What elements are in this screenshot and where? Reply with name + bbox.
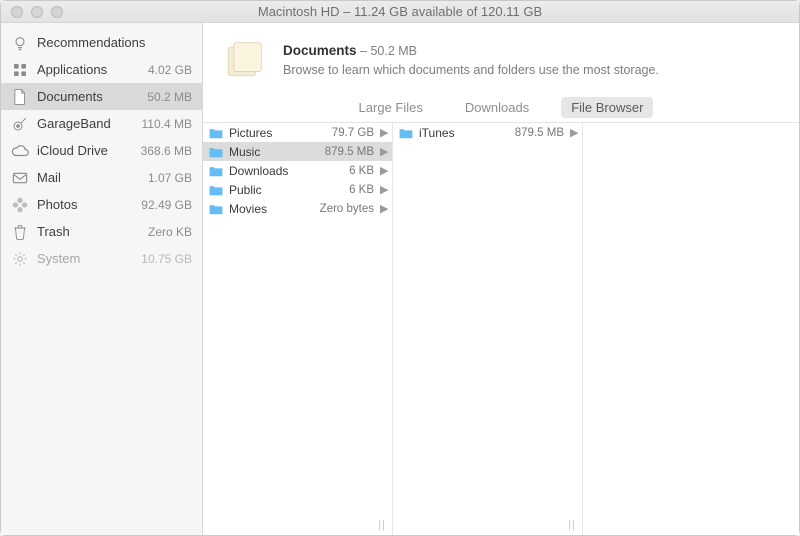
titlebar: Macintosh HD – 11.24 GB available of 120… <box>1 1 799 23</box>
sidebar-item-icon <box>11 171 29 185</box>
folder-size: 879.5 MB <box>515 127 564 139</box>
chevron-right-icon: ▶ <box>570 126 578 139</box>
folder-icon <box>209 127 223 139</box>
browser-column: iTunes 879.5 MB ▶ || <box>393 123 583 535</box>
folder-name: Movies <box>229 202 314 216</box>
minimize-window-button[interactable] <box>31 6 43 18</box>
folder-name: Public <box>229 183 343 197</box>
sidebar-item-applications[interactable]: Applications 4.02 GB <box>1 56 202 83</box>
folder-name: Downloads <box>229 164 343 178</box>
sidebar-item-label: iCloud Drive <box>37 143 133 158</box>
folder-icon <box>209 146 223 158</box>
sidebar-item-documents[interactable]: Documents 50.2 MB <box>1 83 202 110</box>
folder-size: Zero bytes <box>320 203 374 215</box>
folder-size: 879.5 MB <box>325 146 374 158</box>
chevron-right-icon: ▶ <box>380 164 388 177</box>
column-resize-handle[interactable]: || <box>568 519 576 531</box>
chevron-right-icon: ▶ <box>380 145 388 158</box>
close-window-button[interactable] <box>11 6 23 18</box>
folder-size: 6 KB <box>349 184 374 196</box>
chevron-right-icon: ▶ <box>380 183 388 196</box>
tab-label: Downloads <box>465 100 529 115</box>
sidebar-item-label: Documents <box>37 89 139 104</box>
sidebar-item-icon <box>11 224 29 240</box>
browser-column: || <box>583 123 799 535</box>
sidebar-item-icon <box>11 197 29 213</box>
header-subtitle: Browse to learn which documents and fold… <box>283 61 659 80</box>
column-resize-handle[interactable]: || <box>378 519 386 531</box>
folder-name: Pictures <box>229 126 326 140</box>
tab-file-browser[interactable]: File Browser <box>561 97 653 118</box>
folder-icon <box>209 165 223 177</box>
sidebar-item-label: Applications <box>37 62 140 77</box>
folder-name: iTunes <box>419 126 509 140</box>
traffic-lights <box>1 6 63 18</box>
tab-large-files[interactable]: Large Files <box>349 97 433 118</box>
folder-icon <box>209 184 223 196</box>
file-browser-columns: Pictures 79.7 GB ▶ Music 879.5 MB ▶ Down… <box>203 123 799 535</box>
folder-row-itunes[interactable]: iTunes 879.5 MB ▶ <box>393 123 582 142</box>
sidebar-item-mail[interactable]: Mail 1.07 GB <box>1 164 202 191</box>
sidebar: Recommendations Applications 4.02 GB Doc… <box>1 23 203 535</box>
folder-row-pictures[interactable]: Pictures 79.7 GB ▶ <box>203 123 392 142</box>
sidebar-item-label: GarageBand <box>37 116 134 131</box>
sidebar-item-label: System <box>37 251 133 266</box>
tab-label: File Browser <box>571 100 643 115</box>
sidebar-item-icloud-drive[interactable]: iCloud Drive 368.6 MB <box>1 137 202 164</box>
sidebar-item-label: Mail <box>37 170 140 185</box>
folder-row-movies[interactable]: Movies Zero bytes ▶ <box>203 199 392 218</box>
tab-downloads[interactable]: Downloads <box>455 97 539 118</box>
chevron-right-icon: ▶ <box>380 202 388 215</box>
zoom-window-button[interactable] <box>51 6 63 18</box>
view-tabs: Large Files Downloads File Browser <box>203 93 799 123</box>
sidebar-item-label: Photos <box>37 197 133 212</box>
chevron-right-icon: ▶ <box>380 126 388 139</box>
sidebar-item-photos[interactable]: Photos 92.49 GB <box>1 191 202 218</box>
folder-name: Music <box>229 145 319 159</box>
sidebar-item-size: 1.07 GB <box>148 171 192 185</box>
sidebar-item-size: 368.6 MB <box>141 144 192 158</box>
header-title: Documents <box>283 43 357 58</box>
folder-row-downloads[interactable]: Downloads 6 KB ▶ <box>203 161 392 180</box>
window-title: Macintosh HD – 11.24 GB available of 120… <box>1 4 799 19</box>
sidebar-item-icon <box>11 62 29 78</box>
browser-column: Pictures 79.7 GB ▶ Music 879.5 MB ▶ Down… <box>203 123 393 535</box>
sidebar-item-size: 4.02 GB <box>148 63 192 77</box>
sidebar-item-recommendations[interactable]: Recommendations <box>1 29 202 56</box>
header-text: Documents – 50.2 MB Browse to learn whic… <box>283 41 659 80</box>
sidebar-item-icon <box>11 144 29 158</box>
tab-label: Large Files <box>359 100 423 115</box>
sidebar-item-system[interactable]: System 10.75 GB <box>1 245 202 272</box>
sidebar-item-label: Trash <box>37 224 140 239</box>
sidebar-item-icon <box>11 251 29 267</box>
sidebar-item-size: 92.49 GB <box>141 198 192 212</box>
documents-folder-icon <box>221 37 267 83</box>
folder-size: 6 KB <box>349 165 374 177</box>
sidebar-item-size: 50.2 MB <box>147 90 192 104</box>
sidebar-item-garageband[interactable]: GarageBand 110.4 MB <box>1 110 202 137</box>
folder-row-music[interactable]: Music 879.5 MB ▶ <box>203 142 392 161</box>
header-dash: – <box>360 44 370 58</box>
folder-icon <box>399 127 413 139</box>
sidebar-item-icon <box>11 35 29 51</box>
sidebar-item-trash[interactable]: Trash Zero KB <box>1 218 202 245</box>
main-pane: Documents – 50.2 MB Browse to learn whic… <box>203 23 799 535</box>
sidebar-item-size: 10.75 GB <box>141 252 192 266</box>
folder-icon <box>209 203 223 215</box>
folder-row-public[interactable]: Public 6 KB ▶ <box>203 180 392 199</box>
documents-header: Documents – 50.2 MB Browse to learn whic… <box>203 23 799 93</box>
sidebar-item-size: Zero KB <box>148 225 192 239</box>
sidebar-item-label: Recommendations <box>37 35 184 50</box>
sidebar-item-size: 110.4 MB <box>142 117 192 131</box>
sidebar-item-icon <box>11 89 29 105</box>
sidebar-item-icon <box>11 116 29 132</box>
header-size: 50.2 MB <box>370 44 417 58</box>
folder-size: 79.7 GB <box>332 127 374 139</box>
